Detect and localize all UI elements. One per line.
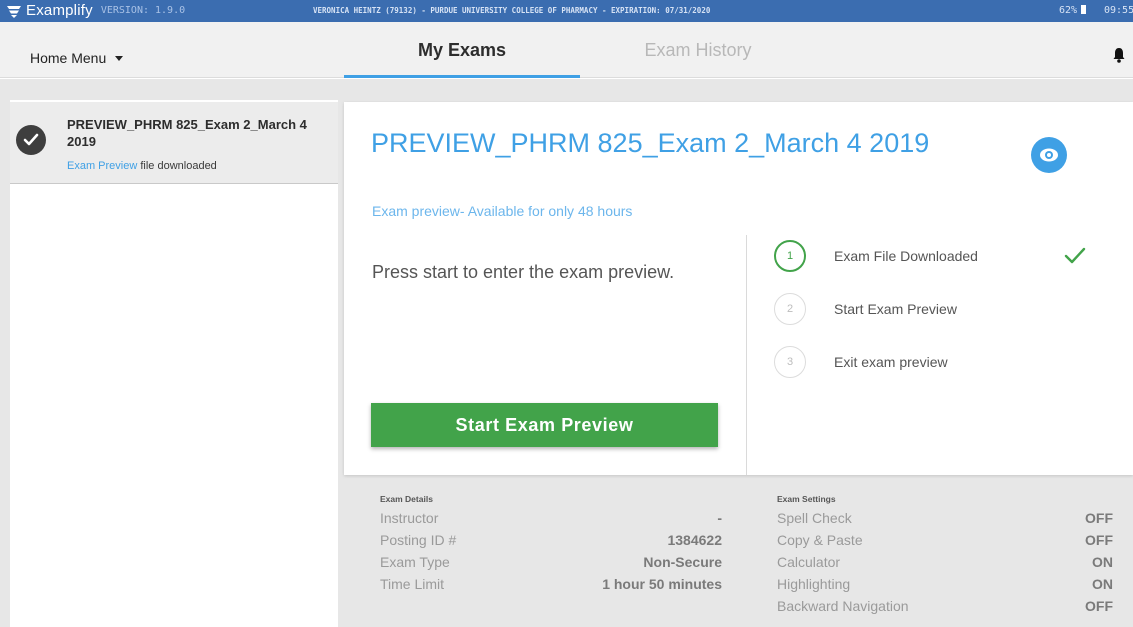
nav-bar: Home Menu My Exams Exam History — [0, 22, 1133, 78]
clock: 09:55 — [1104, 5, 1133, 16]
exam-list-item[interactable]: PREVIEW_PHRM 825_Exam 2_March 4 2019 Exa… — [10, 102, 338, 184]
exam-card: PREVIEW_PHRM 825_Exam 2_March 4 2019 Exa… — [344, 102, 1133, 475]
step-start-exam-preview: 2 Start Exam Preview — [774, 293, 957, 325]
step-complete-check-icon — [1064, 247, 1086, 264]
detail-label: Posting ID # — [380, 532, 457, 548]
exam-preview-link[interactable]: Exam Preview — [67, 160, 137, 172]
setting-value: ON — [1092, 576, 1113, 592]
detail-value: 1 hour 50 minutes — [602, 576, 722, 592]
start-exam-preview-button[interactable]: Start Exam Preview — [371, 403, 718, 447]
tab-my-exams[interactable]: My Exams — [344, 22, 580, 78]
battery-icon — [1081, 5, 1087, 14]
examplify-window: Examplify VERSION: 1.9.0 VERONICA HEINTZ… — [0, 0, 1133, 627]
detail-value: - — [717, 510, 722, 526]
bell-icon[interactable] — [1112, 47, 1126, 63]
battery-percent: 62% — [1059, 5, 1078, 16]
exam-details-heading: Exam Details — [380, 494, 433, 504]
step-exam-file-downloaded: 1 Exam File Downloaded — [774, 240, 978, 272]
step-number: 1 — [774, 240, 806, 272]
start-instructions: Press start to enter the exam preview. — [372, 262, 675, 282]
license-info: VERONICA HEINTZ (79132) - PURDUE UNIVERS… — [313, 6, 711, 15]
check-circle-icon — [16, 125, 46, 155]
app-version: VERSION: 1.9.0 — [100, 5, 186, 16]
step-label: Exit exam preview — [834, 354, 948, 370]
detail-value: 1384622 — [667, 532, 722, 548]
detail-label: Time Limit — [380, 576, 445, 592]
detail-label: Instructor — [380, 510, 439, 526]
step-exit-exam-preview: 3 Exit exam preview — [774, 346, 948, 378]
step-number: 3 — [774, 346, 806, 378]
detail-label: Exam Type — [380, 554, 450, 570]
step-label: Start Exam Preview — [834, 301, 957, 317]
setting-value: ON — [1092, 554, 1113, 570]
app-brand: Examplify — [26, 2, 93, 19]
setting-value: OFF — [1085, 598, 1113, 614]
exam-details-panel: Exam Details Instructor - Posting ID # 1… — [344, 485, 1133, 627]
home-menu-button[interactable]: Home Menu — [30, 50, 124, 66]
step-label: Exam File Downloaded — [834, 248, 978, 264]
setting-label: Spell Check — [777, 510, 852, 526]
exam-list-item-status: Exam Preview file downloaded — [67, 160, 217, 172]
setting-value: OFF — [1085, 510, 1113, 526]
exam-list-item-status-text: file downloaded — [137, 160, 217, 172]
battery-status: 62% — [1059, 5, 1090, 16]
eye-icon — [1040, 148, 1058, 162]
home-menu-label: Home Menu — [30, 50, 107, 66]
card-divider — [746, 235, 747, 475]
examplify-logo-icon — [7, 5, 21, 18]
availability-note: Exam preview- Available for only 48 hour… — [372, 203, 633, 219]
setting-label: Backward Navigation — [777, 598, 909, 614]
setting-value: OFF — [1085, 532, 1113, 548]
exam-title: PREVIEW_PHRM 825_Exam 2_March 4 2019 — [371, 128, 930, 158]
app-logo: Examplify VERSION: 1.9.0 — [6, 2, 185, 19]
caret-down-icon — [115, 55, 124, 61]
exam-list-item-title: PREVIEW_PHRM 825_Exam 2_March 4 2019 — [67, 117, 307, 149]
setting-label: Calculator — [777, 554, 841, 570]
exam-settings-heading: Exam Settings — [777, 494, 836, 504]
system-bar: Examplify VERSION: 1.9.0 VERONICA HEINTZ… — [0, 0, 1133, 22]
preview-eye-button[interactable] — [1031, 137, 1067, 173]
setting-label: Copy & Paste — [777, 532, 863, 548]
tab-exam-history[interactable]: Exam History — [580, 22, 816, 78]
step-number: 2 — [774, 293, 806, 325]
setting-label: Highlighting — [777, 576, 851, 592]
detail-value: Non-Secure — [643, 554, 722, 570]
